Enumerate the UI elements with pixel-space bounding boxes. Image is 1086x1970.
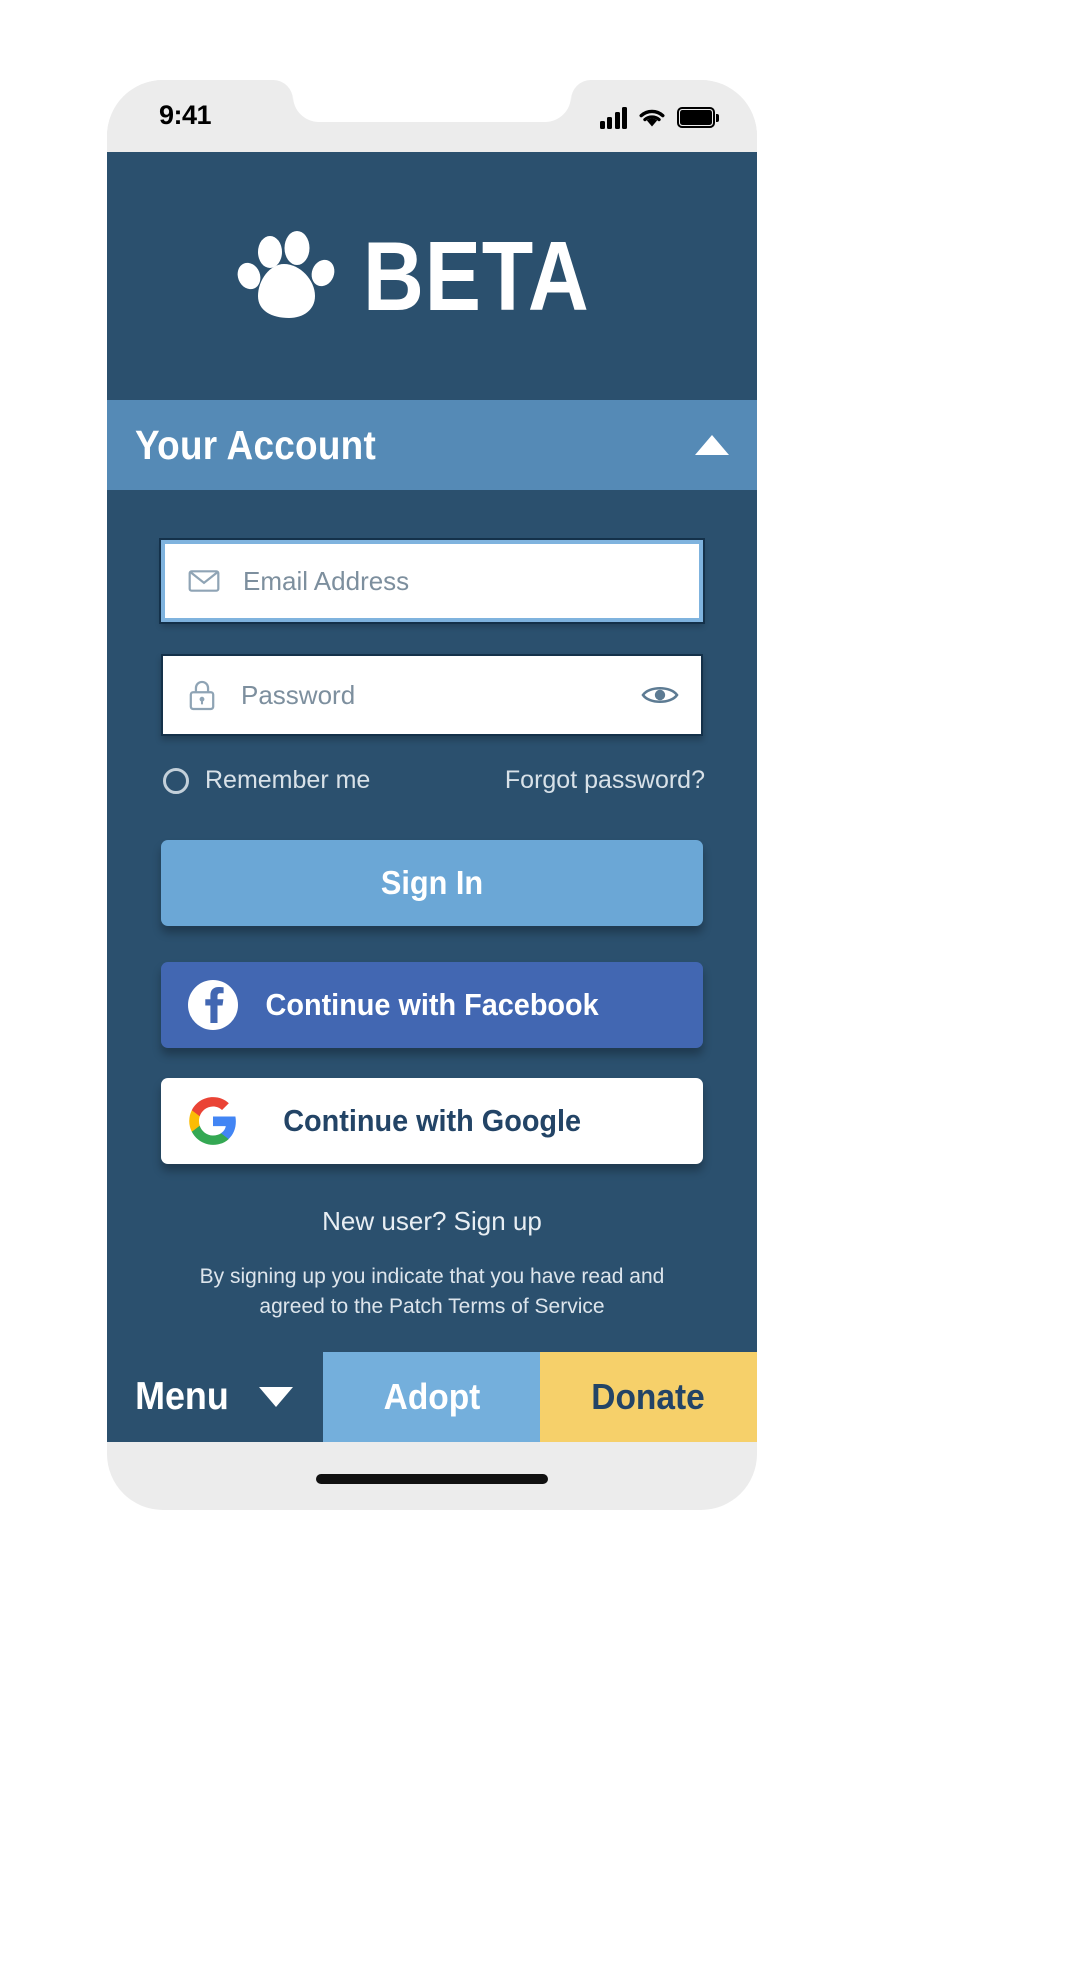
bottom-navigation: Menu Adopt Donate — [107, 1352, 757, 1442]
your-account-section-header[interactable]: Your Account — [107, 400, 757, 490]
nav-adopt-label: Adopt — [383, 1376, 480, 1417]
notch — [273, 80, 591, 122]
nav-donate-button[interactable]: Donate — [540, 1352, 757, 1442]
legal-line-1: By signing up you indicate that you have… — [199, 1265, 665, 1288]
status-bar-time: 9:41 — [159, 100, 212, 130]
brand-header: BETA — [107, 152, 757, 400]
eye-icon[interactable] — [641, 682, 679, 708]
continue-with-facebook-button[interactable]: Continue with Facebook — [161, 962, 703, 1048]
login-form: Email Address Password Remember me Forgo… — [107, 490, 757, 1323]
signup-prompt[interactable]: New user? Sign up — [161, 1206, 703, 1237]
legal-line-2: agreed to the Patch Terms of Service — [259, 1295, 605, 1319]
email-field[interactable]: Email Address — [159, 538, 705, 624]
section-title: Your Account — [135, 421, 377, 468]
lock-icon — [185, 678, 219, 712]
signal-bars-icon — [599, 107, 627, 129]
password-placeholder: Password — [241, 679, 356, 710]
battery-full-icon — [677, 107, 719, 129]
facebook-icon — [187, 979, 239, 1031]
continue-with-google-button[interactable]: Continue with Google — [161, 1078, 703, 1164]
forgot-password-link[interactable]: Forgot password? — [505, 766, 705, 795]
remember-me-label[interactable]: Remember me — [205, 766, 370, 795]
nav-adopt-button[interactable]: Adopt — [323, 1352, 540, 1442]
wifi-icon — [638, 107, 666, 129]
brand-name: BETA — [363, 221, 590, 331]
nav-menu-label: Menu — [135, 1375, 229, 1418]
nav-donate-label: Donate — [591, 1376, 706, 1417]
envelope-icon — [187, 564, 221, 598]
nav-menu-button[interactable]: Menu — [107, 1352, 323, 1442]
screenshot-canvas: 9:41 BETA Your Account Email Address Pas… — [0, 0, 1086, 1970]
home-indicator — [316, 1474, 548, 1484]
sign-in-label: Sign In — [380, 864, 484, 901]
email-placeholder: Email Address — [243, 565, 410, 596]
status-bar-icons — [599, 101, 719, 129]
triangle-up-icon[interactable] — [695, 435, 729, 455]
sign-in-button[interactable]: Sign In — [161, 840, 703, 926]
app-screen: BETA Your Account Email Address Password… — [107, 152, 757, 1442]
radio-unchecked-icon[interactable] — [163, 767, 189, 794]
google-icon — [187, 1095, 239, 1147]
phone-frame: 9:41 BETA Your Account Email Address Pas… — [107, 80, 757, 1510]
facebook-label: Continue with Facebook — [265, 987, 599, 1022]
password-field[interactable]: Password — [161, 654, 703, 736]
google-label: Continue with Google — [283, 1103, 581, 1138]
paw-print-icon — [237, 228, 341, 324]
legal-text: By signing up you indicate that you have… — [161, 1262, 703, 1323]
remember-forgot-row: Remember me Forgot password? — [163, 766, 705, 795]
triangle-down-icon[interactable] — [258, 1387, 293, 1407]
